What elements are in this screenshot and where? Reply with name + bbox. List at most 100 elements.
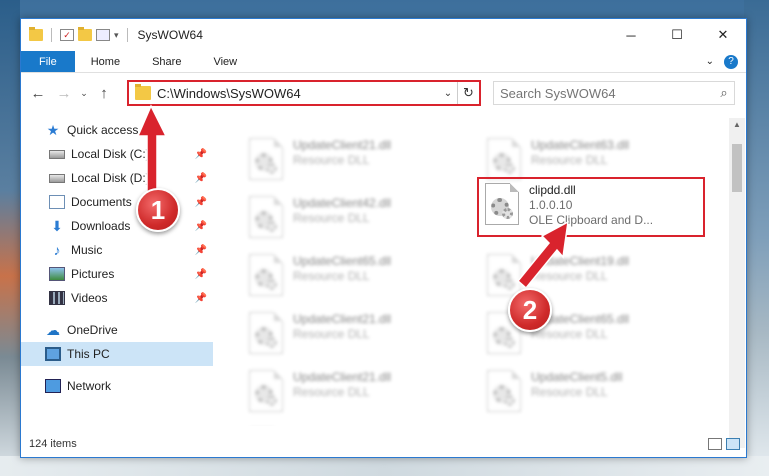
dll-file-icon	[249, 370, 283, 412]
file-name: UpdateClient42.dll	[293, 196, 392, 210]
file-type: Resource DLL	[531, 153, 608, 167]
details-view-button[interactable]	[708, 438, 722, 450]
sidebar-item-label: Quick access	[67, 123, 139, 137]
recent-locations-button[interactable]: ⌄	[77, 88, 91, 99]
file-type: Resource DLL	[293, 153, 370, 167]
sidebar-item-videos[interactable]: Videos 📌	[21, 286, 213, 310]
divider	[126, 28, 128, 42]
pin-icon: 📌	[194, 292, 207, 304]
file-item[interactable]: UpdateClient42.dll Resource DLL	[241, 194, 457, 244]
dll-file-icon	[249, 254, 283, 296]
file-item[interactable]: UpdateClient65.dll Resource DLL	[241, 252, 457, 302]
file-type: Resource DLL	[293, 211, 370, 225]
title-bar: ✓ ▾ SysWOW64 ─ ☐ ✕	[21, 19, 746, 51]
file-name: UpdateClient63.dll	[531, 138, 630, 152]
sidebar-item-downloads[interactable]: ⬇ Downloads 📌	[21, 214, 213, 238]
address-bar[interactable]: C:\Windows\SysWOW64 ⌄ ↻	[127, 80, 481, 106]
dll-file-icon	[487, 138, 521, 180]
vertical-scrollbar[interactable]: ▲ ▼	[729, 118, 745, 448]
chevron-down-icon[interactable]: ▾	[114, 30, 119, 41]
status-bar: 124 items	[21, 431, 746, 457]
sidebar-item-onedrive[interactable]: ☁ OneDrive	[21, 318, 213, 342]
address-path[interactable]: C:\Windows\SysWOW64	[157, 86, 439, 101]
forward-button[interactable]: →	[51, 85, 77, 102]
tab-view[interactable]: View	[197, 51, 253, 72]
tab-home[interactable]: Home	[75, 51, 136, 72]
window-title: SysWOW64	[137, 28, 203, 42]
sidebar-item-quick-access[interactable]: ★ Quick access	[21, 118, 213, 142]
sidebar-item-label: Network	[67, 379, 112, 393]
file-description: OLE Clipboard and D...	[529, 213, 654, 227]
file-version: 1.0.0.10	[529, 198, 573, 212]
maximize-button[interactable]: ☐	[654, 19, 700, 51]
quick-access-toolbar: ✓ ▾	[21, 27, 132, 42]
download-icon: ⬇	[51, 218, 63, 234]
search-icon[interactable]: ⌕	[714, 85, 734, 101]
sidebar-item-label: Local Disk (D:)	[71, 171, 150, 185]
file-item[interactable]: UpdateClient19.dll Resource DLL	[479, 252, 695, 302]
file-item[interactable]: UpdateClient5.dll Resource DLL	[479, 368, 695, 418]
sidebar-item-label: Downloads	[71, 219, 131, 233]
file-explorer-window: ✓ ▾ SysWOW64 ─ ☐ ✕ File Home Share View …	[20, 18, 747, 458]
tiles-view-button[interactable]	[726, 438, 740, 450]
sidebar-item-documents[interactable]: Documents 📌	[21, 190, 213, 214]
file-item[interactable]: UpdateClient21.dll Resource DLL	[241, 368, 457, 418]
close-button[interactable]: ✕	[700, 19, 746, 51]
properties-check-icon[interactable]: ✓	[60, 29, 74, 41]
desktop-background-right	[744, 0, 769, 476]
desktop-background-left	[0, 0, 20, 476]
pin-icon: 📌	[194, 244, 207, 256]
up-button[interactable]: ↑	[91, 85, 117, 102]
tab-file[interactable]: File	[21, 51, 75, 72]
pin-icon: 📌	[194, 220, 207, 232]
search-input[interactable]	[500, 85, 714, 101]
dll-file-icon	[249, 312, 283, 354]
drive-icon	[49, 149, 65, 159]
sidebar-item-label: Local Disk (C:)	[71, 147, 150, 161]
minimize-button[interactable]: ─	[608, 19, 654, 51]
help-icon[interactable]: ?	[724, 54, 738, 69]
scroll-up-button[interactable]: ▲	[729, 118, 745, 132]
sidebar-item-label: This PC	[67, 347, 110, 361]
sidebar-item-pictures[interactable]: Pictures 📌	[21, 262, 213, 286]
dll-file-icon	[249, 138, 283, 180]
desktop-background-bottom	[0, 456, 769, 476]
cloud-icon: ☁	[46, 322, 60, 338]
file-name: clipdd.dll	[529, 183, 576, 197]
pin-icon: 📌	[194, 196, 207, 208]
file-name: UpdateClient21.dll	[293, 138, 392, 152]
folder-icon	[135, 84, 151, 100]
tab-share[interactable]: Share	[136, 51, 197, 72]
sidebar-item-local-disk-c[interactable]: Local Disk (C:) 📌	[21, 142, 213, 166]
file-item-clipdd[interactable]: clipdd.dll 1.0.0.10 OLE Clipboard and D.…	[477, 181, 693, 231]
refresh-button[interactable]: ↻	[457, 82, 479, 104]
file-name: UpdateClient21.dll	[293, 312, 392, 326]
sidebar-item-network[interactable]: Network	[21, 374, 213, 398]
customize-toolbar-icon[interactable]	[96, 29, 110, 41]
music-icon: ♪	[53, 242, 61, 258]
back-button[interactable]: ←	[25, 85, 51, 102]
dll-file-icon	[485, 183, 519, 225]
ribbon-tabs: File Home Share View ⌄ ?	[21, 51, 746, 73]
file-item[interactable]: UpdateClient21.dll Resource DLL	[241, 310, 457, 360]
file-name: UpdateClient5.dll	[531, 370, 623, 384]
sidebar-item-music[interactable]: ♪ Music 📌	[21, 238, 213, 262]
address-dropdown-button[interactable]: ⌄	[439, 88, 457, 99]
sidebar-item-label: Pictures	[71, 267, 115, 281]
file-name: UpdateClient65.dll	[293, 254, 392, 268]
file-item[interactable]: UpdateClient21.dll Resource DLL	[241, 136, 457, 186]
file-name: UpdateClient19.dll	[531, 254, 630, 268]
item-count: 124 items	[29, 438, 77, 450]
sidebar-item-local-disk-d[interactable]: Local Disk (D:) 📌	[21, 166, 213, 190]
expand-ribbon-icon[interactable]: ⌄	[706, 56, 714, 67]
sidebar-item-label: Videos	[71, 291, 108, 305]
file-type: Resource DLL	[531, 385, 608, 399]
file-type: Resource DLL	[293, 327, 370, 341]
folder-icon	[29, 27, 43, 41]
sidebar-item-this-pc[interactable]: This PC	[21, 342, 213, 366]
scroll-thumb[interactable]	[732, 144, 742, 192]
dll-file-icon	[487, 370, 521, 412]
sidebar-item-label: Documents	[71, 195, 132, 209]
videos-icon	[49, 291, 65, 305]
new-folder-icon[interactable]	[78, 27, 92, 41]
